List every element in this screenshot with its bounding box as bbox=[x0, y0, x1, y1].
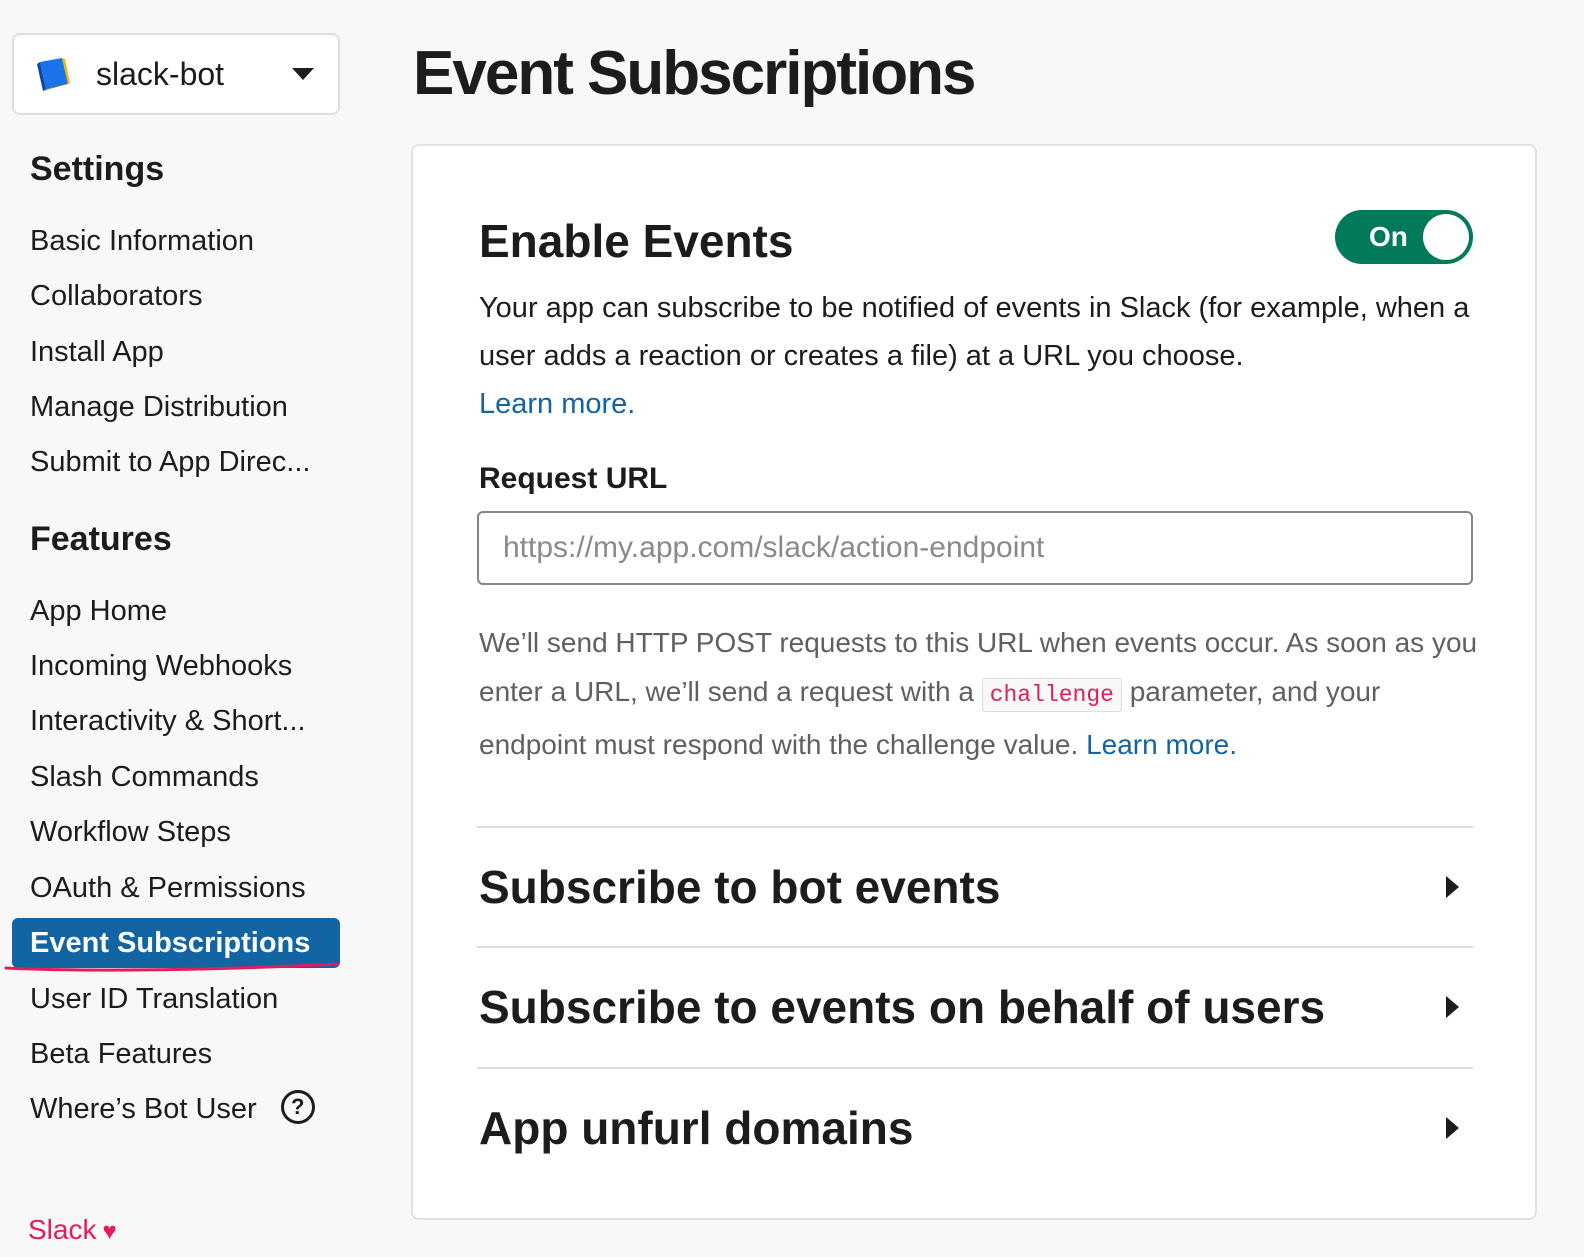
toggle-knob bbox=[1423, 214, 1469, 260]
sidebar-item-workflow-steps[interactable]: Workflow Steps bbox=[30, 812, 231, 852]
enable-events-toggle[interactable]: On bbox=[1335, 210, 1473, 264]
help-learn-more-link[interactable]: Learn more. bbox=[1086, 729, 1237, 760]
app-switcher[interactable]: slack-bot bbox=[12, 33, 340, 115]
chevron-right-icon bbox=[1446, 996, 1459, 1018]
book-app-icon bbox=[37, 58, 70, 91]
sidebar-item-manage-distribution[interactable]: Manage Distribution bbox=[30, 387, 288, 427]
sidebar-item-user-id-translation[interactable]: User ID Translation bbox=[30, 979, 278, 1019]
sidebar-item-beta-features[interactable]: Beta Features bbox=[30, 1034, 212, 1074]
chevron-right-icon bbox=[1446, 876, 1459, 898]
learn-more-link[interactable]: Learn more. bbox=[479, 388, 635, 420]
sidebar-item-interactivity-shortcuts[interactable]: Interactivity & Short... bbox=[30, 701, 306, 741]
toggle-label: On bbox=[1369, 221, 1408, 252]
section-subscribe-user-events[interactable]: Subscribe to events on behalf of users bbox=[477, 948, 1473, 1066]
footer-slack-link[interactable]: Slack ♥ bbox=[28, 1214, 117, 1246]
sidebar-item-label: Where’s Bot User bbox=[30, 1093, 257, 1125]
request-url-label: Request URL bbox=[479, 462, 668, 495]
page-title: Event Subscriptions bbox=[413, 39, 976, 108]
sidebar-item-oauth-permissions[interactable]: OAuth & Permissions bbox=[30, 868, 306, 908]
settings-heading: Settings bbox=[30, 150, 165, 188]
sidebar-item-basic-information[interactable]: Basic Information bbox=[30, 221, 254, 261]
section-title: Subscribe to bot events bbox=[479, 861, 1001, 913]
chevron-down-icon bbox=[292, 68, 314, 80]
description-text: Your app can subscribe to be notified of… bbox=[479, 292, 1470, 372]
sidebar: slack-bot Settings Basic Information Col… bbox=[0, 0, 360, 1257]
enable-events-title: Enable Events bbox=[479, 215, 794, 267]
section-title: App unfurl domains bbox=[479, 1102, 914, 1154]
sidebar-item-event-subscriptions[interactable]: Event Subscriptions bbox=[12, 918, 340, 968]
features-heading: Features bbox=[30, 520, 172, 558]
sidebar-item-app-home[interactable]: App Home bbox=[30, 591, 167, 631]
sidebar-item-slash-commands[interactable]: Slash Commands bbox=[30, 757, 259, 797]
sidebar-item-wheres-bot-user[interactable]: Where’s Bot User? bbox=[30, 1089, 315, 1129]
request-url-help: We’ll send HTTP POST requests to this UR… bbox=[479, 618, 1479, 769]
section-title: Subscribe to events on behalf of users bbox=[479, 981, 1326, 1033]
request-url-input[interactable] bbox=[477, 511, 1473, 585]
sidebar-item-submit-to-app-directory[interactable]: Submit to App Direc... bbox=[30, 442, 310, 482]
challenge-code: challenge bbox=[981, 678, 1122, 712]
app-name: slack-bot bbox=[96, 55, 225, 92]
settings-card: Enable Events On Your app can subscribe … bbox=[411, 144, 1537, 1220]
section-app-unfurl-domains[interactable]: App unfurl domains bbox=[477, 1069, 1473, 1187]
sidebar-item-collaborators[interactable]: Collaborators bbox=[30, 276, 202, 316]
chevron-right-icon bbox=[1446, 1117, 1459, 1139]
sidebar-item-install-app[interactable]: Install App bbox=[30, 332, 164, 372]
sidebar-item-incoming-webhooks[interactable]: Incoming Webhooks bbox=[30, 646, 292, 686]
section-subscribe-bot-events[interactable]: Subscribe to bot events bbox=[477, 828, 1473, 946]
enable-events-description: Your app can subscribe to be notified of… bbox=[479, 284, 1479, 428]
footer-label: Slack bbox=[28, 1214, 97, 1245]
heart-icon: ♥ bbox=[102, 1218, 117, 1245]
question-circle-icon[interactable]: ? bbox=[280, 1090, 315, 1125]
